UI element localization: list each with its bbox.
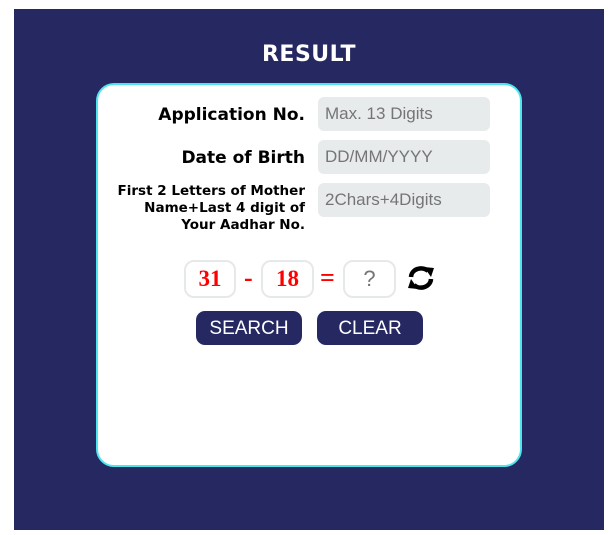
- dob-label: Date of Birth: [181, 148, 305, 168]
- captcha-operator: -: [244, 263, 253, 292]
- mother-aadhar-input[interactable]: [318, 183, 490, 217]
- result-panel: RESULT Application No. Date of Birth Fir…: [14, 9, 604, 530]
- captcha-operand-1: 31: [184, 260, 236, 298]
- application-no-input[interactable]: [318, 97, 490, 131]
- search-form-card: Application No. Date of Birth First 2 Le…: [96, 83, 522, 467]
- dob-input[interactable]: [318, 140, 490, 174]
- mother-aadhar-label: First 2 Letters of Mother Name+Last 4 di…: [117, 183, 305, 233]
- captcha-operand-2: 18: [261, 260, 314, 298]
- captcha-answer-input[interactable]: [343, 260, 396, 298]
- application-no-label: Application No.: [158, 105, 305, 125]
- captcha-equals: =: [320, 263, 335, 292]
- clear-button[interactable]: CLEAR: [317, 311, 423, 345]
- page-title: RESULT: [261, 42, 357, 67]
- refresh-icon[interactable]: [407, 266, 435, 290]
- search-button[interactable]: SEARCH: [196, 311, 302, 345]
